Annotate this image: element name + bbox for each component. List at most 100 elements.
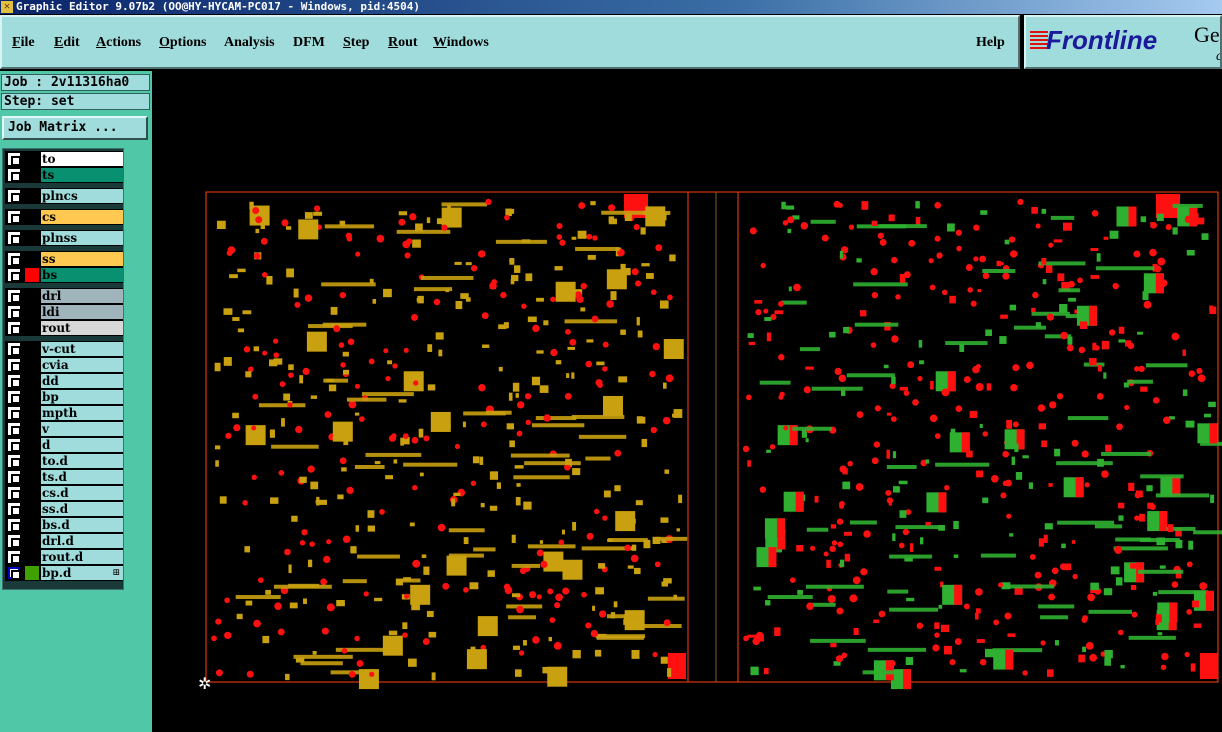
layer-color-swatch[interactable] <box>25 566 39 580</box>
layer-row-plnss[interactable]: plnss <box>5 230 123 246</box>
menu-analysis[interactable]: Analysis <box>224 35 275 51</box>
layer-color-swatch[interactable] <box>25 358 39 372</box>
layer-row-ss.d[interactable]: ss.d <box>5 501 123 517</box>
expand-icon[interactable]: ⊞ <box>112 568 120 578</box>
layer-checkbox[interactable] <box>8 190 21 203</box>
layer-checkbox[interactable] <box>8 343 21 356</box>
layer-color-swatch[interactable] <box>25 534 39 548</box>
layer-row-ldi[interactable]: ldi <box>5 304 123 320</box>
layer-row-mpth[interactable]: mpth <box>5 405 123 421</box>
smd-pad <box>372 299 377 304</box>
layer-checkbox[interactable] <box>8 519 21 532</box>
layer-row-drl[interactable]: drl <box>5 288 123 304</box>
via-pad <box>423 435 430 442</box>
layer-checkbox[interactable] <box>8 169 21 182</box>
layer-row-cs.d[interactable]: cs.d <box>5 485 123 501</box>
menu-rout[interactable]: Rout <box>388 35 418 51</box>
layer-checkbox[interactable] <box>8 232 21 245</box>
via-pad <box>982 272 990 280</box>
layer-color-swatch[interactable] <box>25 231 39 245</box>
menu-windows[interactable]: Windows <box>433 35 489 51</box>
pin-row <box>895 525 944 530</box>
layer-color-swatch[interactable] <box>25 502 39 516</box>
layer-checkbox[interactable] <box>8 439 21 452</box>
smd-pad <box>214 362 221 372</box>
menu-step[interactable]: Step <box>343 35 369 51</box>
layer-row-to.d[interactable]: to.d <box>5 453 123 469</box>
menu-help[interactable]: Help <box>976 35 1005 51</box>
layer-checkbox[interactable] <box>8 567 21 580</box>
layer-row-to[interactable]: to <box>5 151 123 167</box>
layer-color-swatch[interactable] <box>25 342 39 356</box>
layer-row-d[interactable]: d <box>5 437 123 453</box>
layer-row-bs[interactable]: bs <box>5 267 123 283</box>
layer-row-v[interactable]: v <box>5 421 123 437</box>
layer-color-swatch[interactable] <box>25 268 39 282</box>
pin-row <box>448 528 485 533</box>
layer-checkbox[interactable] <box>8 322 21 335</box>
layer-row-rout[interactable]: rout <box>5 320 123 336</box>
via-pad <box>1114 546 1123 554</box>
menu-edit[interactable]: Edit <box>54 35 80 51</box>
layer-color-swatch[interactable] <box>25 518 39 532</box>
layer-color-swatch[interactable] <box>25 438 39 452</box>
layer-color-swatch[interactable] <box>25 321 39 335</box>
layer-row-ss[interactable]: ss <box>5 251 123 267</box>
layer-color-swatch[interactable] <box>25 550 39 564</box>
layer-row-cs[interactable]: cs <box>5 209 123 225</box>
layer-color-swatch[interactable] <box>25 486 39 500</box>
via-pad <box>1006 513 1012 519</box>
layer-color-swatch[interactable] <box>25 390 39 404</box>
layer-color-swatch[interactable] <box>25 152 39 166</box>
layer-checkbox[interactable] <box>8 503 21 516</box>
job-matrix-button[interactable]: Job Matrix ... <box>2 116 148 140</box>
layer-checkbox[interactable] <box>8 535 21 548</box>
layer-row-bs.d[interactable]: bs.d <box>5 517 123 533</box>
pin-row <box>532 423 585 428</box>
layer-color-swatch[interactable] <box>25 252 39 266</box>
layer-row-drl.d[interactable]: drl.d <box>5 533 123 549</box>
layer-row-dd[interactable]: dd <box>5 373 123 389</box>
layer-checkbox[interactable] <box>8 153 21 166</box>
smd-pad <box>304 212 313 219</box>
layer-color-swatch[interactable] <box>25 289 39 303</box>
layer-color-swatch[interactable] <box>25 210 39 224</box>
layer-color-swatch[interactable] <box>25 422 39 436</box>
layer-checkbox[interactable] <box>8 306 21 319</box>
layer-color-swatch[interactable] <box>25 305 39 319</box>
menu-actions[interactable]: Actions <box>96 35 141 51</box>
layer-color-swatch[interactable] <box>25 454 39 468</box>
layer-checkbox[interactable] <box>8 487 21 500</box>
layer-checkbox[interactable] <box>8 407 21 420</box>
via-pad <box>368 358 375 365</box>
menu-dfm[interactable]: DFM <box>293 35 325 51</box>
layer-row-plncs[interactable]: plncs <box>5 188 123 204</box>
layer-checkbox[interactable] <box>8 471 21 484</box>
layer-color-swatch[interactable] <box>25 374 39 388</box>
layer-checkbox[interactable] <box>8 375 21 388</box>
layer-checkbox[interactable] <box>8 211 21 224</box>
layer-checkbox[interactable] <box>8 290 21 303</box>
layer-row-v-cut[interactable]: v-cut <box>5 341 123 357</box>
layer-checkbox[interactable] <box>8 391 21 404</box>
layer-checkbox[interactable] <box>8 253 21 266</box>
layer-color-swatch[interactable] <box>25 470 39 484</box>
layer-checkbox[interactable] <box>8 455 21 468</box>
layer-row-bp.d[interactable]: bp.d ⊞ <box>5 565 123 581</box>
layer-row-ts[interactable]: ts <box>5 167 123 183</box>
graphics-canvas[interactable]: ✲ <box>152 71 1222 732</box>
layer-checkbox[interactable] <box>8 269 21 282</box>
layer-row-ts.d[interactable]: ts.d <box>5 469 123 485</box>
menu-file[interactable]: File <box>12 35 35 51</box>
layer-color-swatch[interactable] <box>25 406 39 420</box>
layer-row-bp[interactable]: bp <box>5 389 123 405</box>
layer-color-swatch[interactable] <box>25 189 39 203</box>
layer-checkbox[interactable] <box>8 551 21 564</box>
layer-row-cvia[interactable]: cvia <box>5 357 123 373</box>
via-pad <box>326 539 332 545</box>
layer-checkbox[interactable] <box>8 359 21 372</box>
layer-row-rout.d[interactable]: rout.d <box>5 549 123 565</box>
layer-checkbox[interactable] <box>8 423 21 436</box>
layer-color-swatch[interactable] <box>25 168 39 182</box>
menu-options[interactable]: Options <box>159 35 206 51</box>
